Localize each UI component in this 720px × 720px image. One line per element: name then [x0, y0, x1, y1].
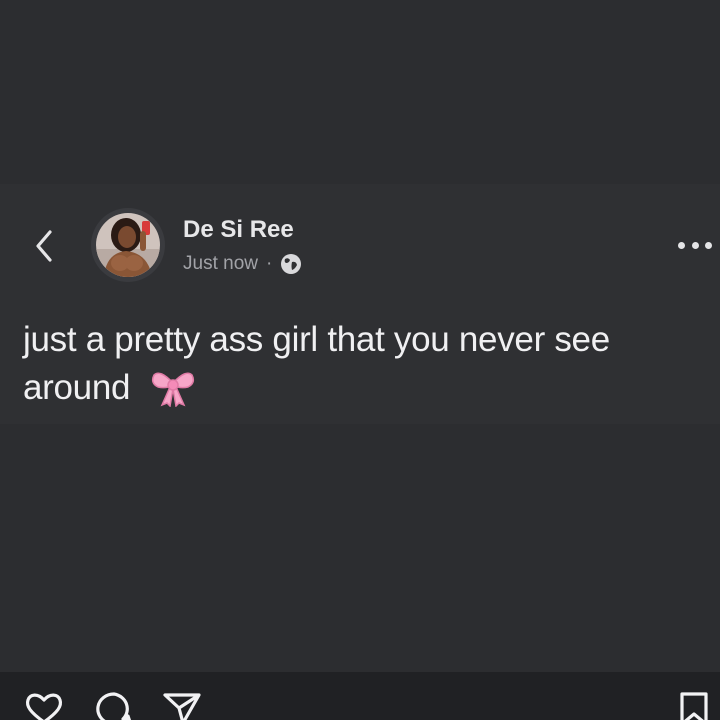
comment-button[interactable]: [94, 690, 134, 720]
avatar-photo: [96, 213, 160, 277]
post-screen: De Si Ree Just now · just a pretty ass g…: [0, 0, 720, 720]
bookmark-icon: [680, 692, 708, 720]
post-timestamp: Just now: [183, 253, 258, 274]
more-dot: [705, 241, 712, 249]
back-button[interactable]: [30, 226, 58, 266]
like-button[interactable]: [24, 690, 64, 720]
save-button[interactable]: [674, 690, 714, 720]
share-button[interactable]: [162, 690, 202, 720]
post-text: just a pretty ass girl that you never se…: [23, 320, 610, 407]
comment-icon: [96, 692, 132, 720]
heart-icon: [25, 693, 63, 720]
author-avatar[interactable]: [91, 208, 165, 282]
meta-separator: ·: [265, 253, 273, 274]
more-dot: [678, 241, 685, 249]
more-options-button[interactable]: [678, 238, 712, 252]
globe-icon: [281, 254, 302, 274]
chevron-left-icon: [36, 230, 52, 262]
author-name[interactable]: De Si Ree: [183, 216, 294, 244]
ribbon-bow-emoji: [151, 372, 194, 407]
post-meta: Just now ·: [183, 251, 302, 277]
send-icon: [163, 693, 201, 720]
post-text-block: just a pretty ass girl that you never se…: [23, 316, 713, 412]
more-dot: [691, 241, 699, 249]
